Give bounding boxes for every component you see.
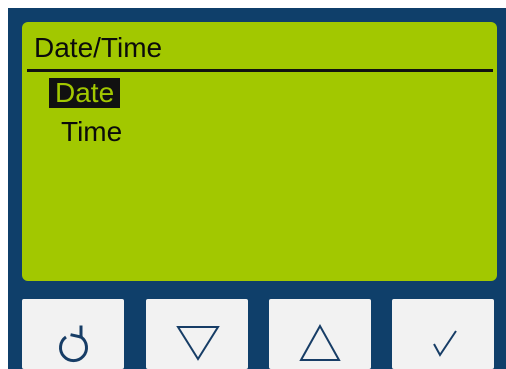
up-triangle-icon <box>299 323 341 361</box>
up-button[interactable] <box>269 299 371 369</box>
back-button[interactable] <box>22 299 124 369</box>
confirm-button[interactable] <box>392 299 494 369</box>
device-panel: Date/Time Date Time <box>8 8 506 369</box>
down-triangle-icon <box>176 326 220 361</box>
menu-item-time[interactable]: Time <box>55 117 128 147</box>
down-button[interactable] <box>146 299 248 369</box>
title-divider <box>27 69 493 72</box>
back-rotate-icon <box>59 325 88 363</box>
lcd-screen: Date/Time Date Time <box>22 22 497 281</box>
check-icon <box>433 330 457 357</box>
screen-title: Date/Time <box>34 32 163 63</box>
menu-item-date[interactable]: Date <box>49 78 121 108</box>
